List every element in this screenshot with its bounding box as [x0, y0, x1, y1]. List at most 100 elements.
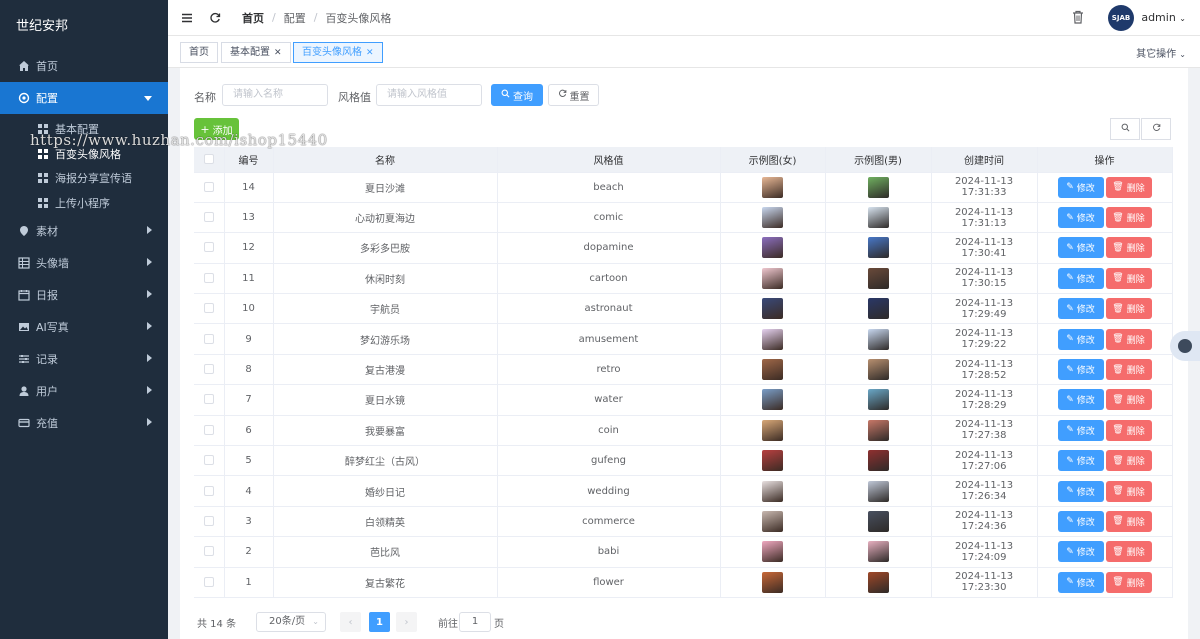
row-checkbox[interactable] [194, 475, 225, 507]
male-sample-image[interactable] [867, 571, 889, 593]
male-sample-image[interactable] [867, 176, 889, 198]
prev-page-button[interactable]: ‹ [340, 612, 361, 632]
male-sample-image[interactable] [867, 510, 889, 532]
female-sample-image[interactable] [762, 571, 783, 593]
sidebar-item-daily[interactable]: 日报 [0, 279, 168, 311]
male-sample-image[interactable] [867, 207, 889, 229]
row-checkbox[interactable] [194, 354, 225, 386]
female-sample-image[interactable] [762, 541, 783, 563]
refresh-icon[interactable] [208, 11, 222, 25]
search-button[interactable]: 查询 [491, 84, 543, 106]
breadcrumb-item[interactable]: 首页 [242, 10, 264, 26]
edit-button[interactable]: ✎ 修改 [1057, 419, 1104, 441]
sidebar-subitem-basic-config[interactable]: 基本配置 [0, 117, 168, 142]
username-dropdown[interactable]: admin ⌄ [1141, 11, 1186, 24]
female-sample-image[interactable] [762, 298, 783, 320]
delete-button[interactable]: 🗑 删除 [1105, 207, 1152, 229]
male-sample-image[interactable] [867, 419, 889, 441]
delete-button[interactable]: 🗑 删除 [1105, 419, 1152, 441]
sidebar-item-ai-photo[interactable]: AI写真 [0, 311, 168, 343]
row-checkbox[interactable] [194, 415, 225, 447]
sidebar-item-recharge[interactable]: 充值 [0, 407, 168, 439]
page-size-select[interactable]: 20条/页 ⌄ [256, 612, 326, 632]
delete-button[interactable]: 🗑 删除 [1105, 389, 1152, 411]
edit-button[interactable]: ✎ 修改 [1057, 571, 1104, 593]
male-sample-image[interactable] [867, 389, 889, 411]
delete-button[interactable]: 🗑 删除 [1105, 237, 1152, 259]
female-sample-image[interactable] [762, 267, 783, 289]
female-sample-image[interactable] [762, 207, 783, 229]
delete-button[interactable]: 🗑 删除 [1105, 480, 1152, 502]
edit-button[interactable]: ✎ 修改 [1057, 480, 1104, 502]
avatar[interactable]: SJAB [1108, 5, 1134, 31]
male-sample-image[interactable] [867, 267, 889, 289]
sidebar-item-home[interactable]: 首页 [0, 50, 168, 82]
edit-button[interactable]: ✎ 修改 [1057, 298, 1104, 320]
row-checkbox[interactable] [194, 232, 225, 264]
delete-button[interactable]: 🗑 删除 [1105, 267, 1152, 289]
name-filter-input[interactable]: 请输入名称 [222, 84, 328, 106]
edit-button[interactable]: ✎ 修改 [1057, 267, 1104, 289]
close-icon[interactable]: ✕ [366, 48, 374, 58]
row-checkbox[interactable] [194, 506, 225, 538]
refresh-table-button[interactable] [1141, 118, 1171, 140]
male-sample-image[interactable] [867, 541, 889, 563]
edit-button[interactable]: ✎ 修改 [1057, 510, 1104, 532]
delete-button[interactable]: 🗑 删除 [1105, 328, 1152, 350]
edit-button[interactable]: ✎ 修改 [1057, 359, 1104, 381]
next-page-button[interactable]: › [396, 612, 417, 632]
row-checkbox[interactable] [194, 263, 225, 295]
delete-button[interactable]: 🗑 删除 [1105, 510, 1152, 532]
trash-icon[interactable] [1072, 10, 1084, 24]
male-sample-image[interactable] [867, 480, 889, 502]
edit-button[interactable]: ✎ 修改 [1057, 450, 1104, 472]
sidebar-item-users[interactable]: 用户 [0, 375, 168, 407]
row-checkbox[interactable] [194, 445, 225, 477]
tab-home[interactable]: 首页 [180, 42, 218, 63]
select-all-checkbox[interactable] [194, 147, 225, 173]
add-button[interactable]: + 添加 [194, 118, 239, 140]
female-sample-image[interactable] [762, 480, 783, 502]
female-sample-image[interactable] [762, 328, 783, 350]
female-sample-image[interactable] [762, 510, 783, 532]
page-number[interactable]: 1 [369, 612, 390, 632]
edit-button[interactable]: ✎ 修改 [1057, 237, 1104, 259]
goto-page-input[interactable]: 1 [459, 612, 491, 632]
female-sample-image[interactable] [762, 450, 783, 472]
female-sample-image[interactable] [762, 359, 783, 381]
floating-assistant-button[interactable] [1170, 331, 1200, 361]
delete-button[interactable]: 🗑 删除 [1105, 176, 1152, 198]
female-sample-image[interactable] [762, 176, 783, 198]
delete-button[interactable]: 🗑 删除 [1105, 359, 1152, 381]
row-checkbox[interactable] [194, 323, 225, 355]
reset-button[interactable]: 重置 [548, 84, 599, 106]
male-sample-image[interactable] [867, 450, 889, 472]
female-sample-image[interactable] [762, 237, 783, 259]
sidebar-item-avatar-wall[interactable]: 头像墙 [0, 247, 168, 279]
edit-button[interactable]: ✎ 修改 [1057, 328, 1104, 350]
edit-button[interactable]: ✎ 修改 [1057, 541, 1104, 563]
female-sample-image[interactable] [762, 389, 783, 411]
row-checkbox[interactable] [194, 172, 225, 203]
male-sample-image[interactable] [867, 298, 889, 320]
tab-avatar-style[interactable]: 百变头像风格 ✕ [293, 42, 383, 63]
row-checkbox[interactable] [194, 202, 225, 234]
brand-logo[interactable]: 世纪安邦 [0, 0, 168, 50]
male-sample-image[interactable] [867, 359, 889, 381]
male-sample-image[interactable] [867, 328, 889, 350]
menu-toggle-icon[interactable] [180, 11, 194, 25]
delete-button[interactable]: 🗑 删除 [1105, 298, 1152, 320]
toggle-search-button[interactable] [1110, 118, 1140, 140]
tab-basic-config[interactable]: 基本配置 ✕ [221, 42, 291, 63]
delete-button[interactable]: 🗑 删除 [1105, 450, 1152, 472]
edit-button[interactable]: ✎ 修改 [1057, 207, 1104, 229]
row-checkbox[interactable] [194, 384, 225, 416]
edit-button[interactable]: ✎ 修改 [1057, 176, 1104, 198]
style-filter-input[interactable]: 请输入风格值 [376, 84, 482, 106]
row-checkbox[interactable] [194, 536, 225, 568]
edit-button[interactable]: ✎ 修改 [1057, 389, 1104, 411]
sidebar-subitem-poster-slogan[interactable]: 海报分享宣传语 [0, 166, 168, 191]
row-checkbox[interactable] [194, 293, 225, 325]
close-icon[interactable]: ✕ [274, 48, 282, 58]
sidebar-item-material[interactable]: 素材 [0, 215, 168, 247]
